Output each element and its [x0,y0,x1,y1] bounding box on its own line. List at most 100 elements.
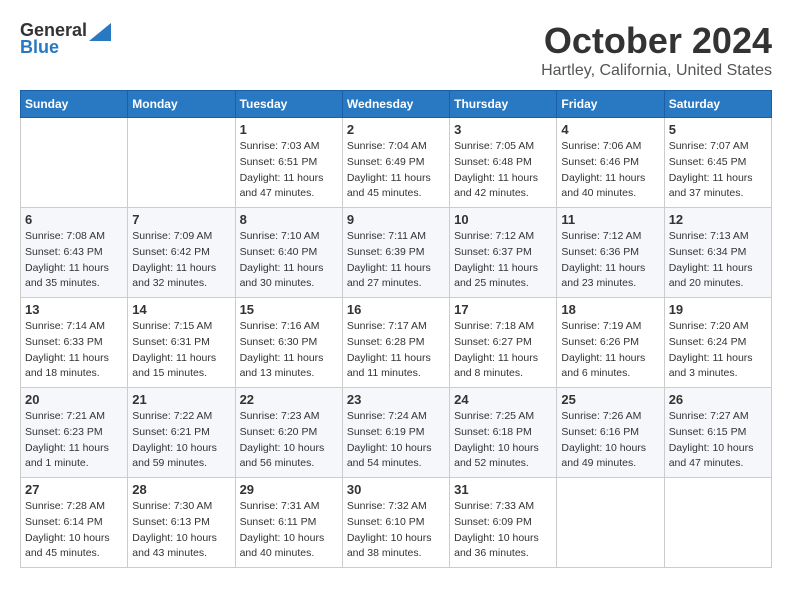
calendar-cell: 31 Sunrise: 7:33 AMSunset: 6:09 PMDayligh… [450,478,557,568]
day-info: Sunrise: 7:31 AMSunset: 6:11 PMDaylight:… [240,499,338,562]
calendar-cell: 26 Sunrise: 7:27 AMSunset: 6:15 PMDayligh… [664,388,771,478]
calendar-table: SundayMondayTuesdayWednesdayThursdayFrid… [20,90,772,568]
calendar-cell: 3Sunrise: 7:05 AMSunset: 6:48 PMDaylight… [450,118,557,208]
calendar-week-row: 27 Sunrise: 7:28 AMSunset: 6:14 PMDayligh… [21,478,772,568]
calendar-cell: 9 Sunrise: 7:11 AMSunset: 6:39 PMDaylight… [342,208,449,298]
calendar-cell [128,118,235,208]
day-number: 12 [669,212,767,227]
day-info: Sunrise: 7:19 AMSunset: 6:26 PMDaylight:… [561,319,659,382]
day-number: 21 [132,392,230,407]
weekday-header: Monday [128,91,235,118]
day-info: Sunrise: 7:21 AMSunset: 6:23 PMDaylight:… [25,409,123,472]
calendar-week-row: 1 Sunrise: 7:03 AMSunset: 6:51 PMDaylight… [21,118,772,208]
day-info: Sunrise: 7:10 AMSunset: 6:40 PMDaylight:… [240,229,338,292]
weekday-header: Saturday [664,91,771,118]
calendar-cell: 18 Sunrise: 7:19 AMSunset: 6:26 PMDayligh… [557,298,664,388]
day-info: Sunrise: 7:22 AMSunset: 6:21 PMDaylight:… [132,409,230,472]
day-info: Sunrise: 7:14 AMSunset: 6:33 PMDaylight:… [25,319,123,382]
day-number: 7 [132,212,230,227]
location-title: Hartley, California, United States [541,62,772,80]
calendar-cell: 17 Sunrise: 7:18 AMSunset: 6:27 PMDayligh… [450,298,557,388]
day-info: Sunrise: 7:09 AMSunset: 6:42 PMDaylight:… [132,229,230,292]
day-info: Sunrise: 7:18 AMSunset: 6:27 PMDaylight:… [454,319,552,382]
calendar-cell: 12 Sunrise: 7:13 AMSunset: 6:34 PMDayligh… [664,208,771,298]
day-number: 22 [240,392,338,407]
calendar-cell: 19 Sunrise: 7:20 AMSunset: 6:24 PMDayligh… [664,298,771,388]
day-number: 17 [454,302,552,317]
calendar-week-row: 20 Sunrise: 7:21 AMSunset: 6:23 PMDayligh… [21,388,772,478]
day-number: 5 [669,122,767,137]
calendar-cell: 4 Sunrise: 7:06 AMSunset: 6:46 PMDaylight… [557,118,664,208]
calendar-cell: 10Sunrise: 7:12 AMSunset: 6:37 PMDayligh… [450,208,557,298]
day-info: Sunrise: 7:26 AMSunset: 6:16 PMDaylight:… [561,409,659,472]
weekday-header: Thursday [450,91,557,118]
calendar-cell [664,478,771,568]
day-number: 9 [347,212,445,227]
calendar-cell: 24 Sunrise: 7:25 AMSunset: 6:18 PMDayligh… [450,388,557,478]
calendar-week-row: 13 Sunrise: 7:14 AMSunset: 6:33 PMDayligh… [21,298,772,388]
day-info: Sunrise: 7:27 AMSunset: 6:15 PMDaylight:… [669,409,767,472]
calendar-cell: 1 Sunrise: 7:03 AMSunset: 6:51 PMDaylight… [235,118,342,208]
calendar-cell: 7 Sunrise: 7:09 AMSunset: 6:42 PMDaylight… [128,208,235,298]
day-number: 11 [561,212,659,227]
calendar-cell: 25 Sunrise: 7:26 AMSunset: 6:16 PMDayligh… [557,388,664,478]
day-number: 16 [347,302,445,317]
day-number: 4 [561,122,659,137]
day-number: 13 [25,302,123,317]
day-info: Sunrise: 7:04 AMSunset: 6:49 PMDaylight:… [347,139,445,202]
logo-blue-text: Blue [20,37,59,58]
day-number: 18 [561,302,659,317]
day-number: 24 [454,392,552,407]
day-number: 26 [669,392,767,407]
calendar-cell: 8 Sunrise: 7:10 AMSunset: 6:40 PMDaylight… [235,208,342,298]
day-number: 31 [454,482,552,497]
month-title: October 2024 [541,20,772,62]
day-info: Sunrise: 7:25 AMSunset: 6:18 PMDaylight:… [454,409,552,472]
day-number: 15 [240,302,338,317]
day-number: 20 [25,392,123,407]
day-number: 1 [240,122,338,137]
day-number: 3 [454,122,552,137]
calendar-cell: 16 Sunrise: 7:17 AMSunset: 6:28 PMDayligh… [342,298,449,388]
calendar-cell [21,118,128,208]
day-info: Sunrise: 7:28 AMSunset: 6:14 PMDaylight:… [25,499,123,562]
day-info: Sunrise: 7:08 AMSunset: 6:43 PMDaylight:… [25,229,123,292]
day-info: Sunrise: 7:30 AMSunset: 6:13 PMDaylight:… [132,499,230,562]
calendar-cell: 13 Sunrise: 7:14 AMSunset: 6:33 PMDayligh… [21,298,128,388]
day-info: Sunrise: 7:33 AMSunset: 6:09 PMDaylight:… [454,499,552,562]
calendar-cell: 5 Sunrise: 7:07 AMSunset: 6:45 PMDaylight… [664,118,771,208]
day-info: Sunrise: 7:03 AMSunset: 6:51 PMDaylight:… [240,139,338,202]
calendar-cell: 29Sunrise: 7:31 AMSunset: 6:11 PMDayligh… [235,478,342,568]
day-info: Sunrise: 7:13 AMSunset: 6:34 PMDaylight:… [669,229,767,292]
day-number: 23 [347,392,445,407]
day-number: 2 [347,122,445,137]
day-info: Sunrise: 7:23 AMSunset: 6:20 PMDaylight:… [240,409,338,472]
weekday-header-row: SundayMondayTuesdayWednesdayThursdayFrid… [21,91,772,118]
day-info: Sunrise: 7:11 AMSunset: 6:39 PMDaylight:… [347,229,445,292]
day-number: 27 [25,482,123,497]
day-info: Sunrise: 7:12 AMSunset: 6:36 PMDaylight:… [561,229,659,292]
day-info: Sunrise: 7:16 AMSunset: 6:30 PMDaylight:… [240,319,338,382]
day-number: 25 [561,392,659,407]
day-info: Sunrise: 7:06 AMSunset: 6:46 PMDaylight:… [561,139,659,202]
calendar-cell: 14 Sunrise: 7:15 AMSunset: 6:31 PMDayligh… [128,298,235,388]
day-number: 19 [669,302,767,317]
logo: General Blue [20,20,111,58]
calendar-cell: 27 Sunrise: 7:28 AMSunset: 6:14 PMDayligh… [21,478,128,568]
calendar-cell: 21 Sunrise: 7:22 AMSunset: 6:21 PMDayligh… [128,388,235,478]
day-info: Sunrise: 7:20 AMSunset: 6:24 PMDaylight:… [669,319,767,382]
title-section: October 2024 Hartley, California, United… [541,20,772,80]
day-number: 10 [454,212,552,227]
calendar-week-row: 6Sunrise: 7:08 AMSunset: 6:43 PMDaylight… [21,208,772,298]
day-number: 8 [240,212,338,227]
day-info: Sunrise: 7:17 AMSunset: 6:28 PMDaylight:… [347,319,445,382]
calendar-cell: 30Sunrise: 7:32 AMSunset: 6:10 PMDayligh… [342,478,449,568]
day-info: Sunrise: 7:07 AMSunset: 6:45 PMDaylight:… [669,139,767,202]
calendar-cell: 28 Sunrise: 7:30 AMSunset: 6:13 PMDayligh… [128,478,235,568]
weekday-header: Sunday [21,91,128,118]
calendar-cell: 22 Sunrise: 7:23 AMSunset: 6:20 PMDayligh… [235,388,342,478]
page-header: General Blue October 2024 Hartley, Calif… [20,20,772,80]
day-number: 14 [132,302,230,317]
day-number: 28 [132,482,230,497]
day-info: Sunrise: 7:15 AMSunset: 6:31 PMDaylight:… [132,319,230,382]
